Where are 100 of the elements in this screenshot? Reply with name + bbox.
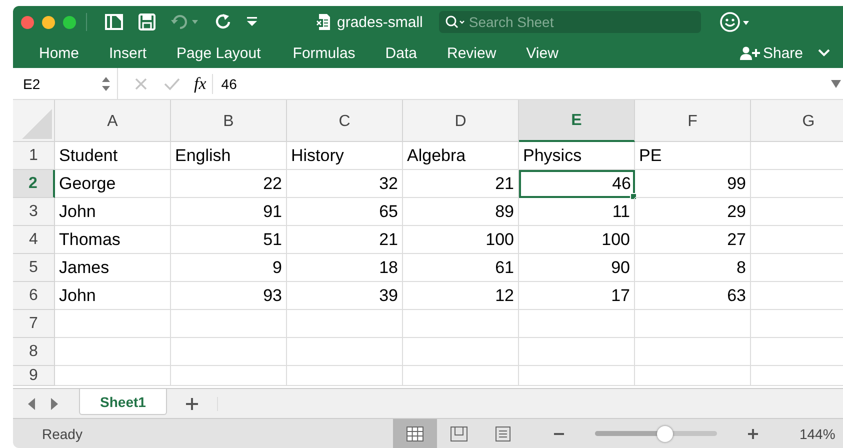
sheet-tab[interactable]: Sheet1 (79, 389, 167, 415)
column-header[interactable]: F (635, 100, 751, 142)
normal-view-button[interactable] (393, 419, 438, 448)
table-cell[interactable] (55, 310, 171, 338)
zoom-in-icon[interactable] (747, 428, 760, 440)
zoom-slider-thumb[interactable] (657, 426, 673, 442)
zoom-button[interactable] (63, 16, 76, 28)
ribbon-tab[interactable]: Data (385, 44, 417, 62)
dropdown-icon[interactable] (246, 16, 258, 28)
table-cell[interactable]: Thomas (55, 226, 171, 254)
table-cell[interactable] (635, 338, 751, 366)
table-cell[interactable]: 99 (635, 170, 751, 198)
search-field[interactable]: Search Sheet (438, 11, 701, 33)
table-cell[interactable] (519, 338, 635, 366)
table-cell[interactable]: 29 (635, 198, 751, 226)
table-cell[interactable] (635, 366, 751, 386)
table-cell[interactable]: English (171, 142, 287, 170)
table-cell[interactable]: Physics (519, 142, 635, 170)
table-cell[interactable]: History (287, 142, 403, 170)
table-cell[interactable]: PE (635, 142, 751, 170)
table-cell[interactable]: 12 (403, 282, 519, 310)
table-cell[interactable]: 32 (287, 170, 403, 198)
formula-field[interactable]: 46 (221, 76, 237, 92)
table-cell[interactable] (287, 366, 403, 386)
table-cell[interactable]: 100 (403, 226, 519, 254)
insert-function-button[interactable]: fx (194, 74, 214, 94)
sidebar-icon[interactable] (104, 13, 124, 31)
table-cell[interactable]: 27 (635, 226, 751, 254)
row-header[interactable]: 6 (13, 282, 55, 310)
row-header[interactable]: 4 (13, 226, 55, 254)
zoom-level[interactable]: 144% (799, 426, 836, 442)
table-cell[interactable]: 100 (519, 226, 635, 254)
table-cell[interactable]: 8 (635, 254, 751, 282)
table-cell[interactable]: 89 (403, 198, 519, 226)
table-cell[interactable]: 21 (287, 226, 403, 254)
table-cell[interactable] (403, 310, 519, 338)
table-cell[interactable] (55, 366, 171, 386)
row-header[interactable]: 9 (13, 366, 55, 386)
column-header[interactable]: A (55, 100, 171, 142)
save-icon[interactable] (138, 13, 156, 31)
table-cell[interactable]: 61 (403, 254, 519, 282)
table-cell[interactable] (287, 338, 403, 366)
table-cell[interactable]: 90 (519, 254, 635, 282)
table-cell[interactable]: 11 (519, 198, 635, 226)
name-box[interactable]: E2 (23, 76, 40, 92)
row-header[interactable]: 5 (13, 254, 55, 282)
ribbon-tab[interactable]: Home (39, 44, 80, 62)
ribbon-tab[interactable]: View (526, 44, 558, 62)
search-icon[interactable] (444, 15, 467, 29)
share-button[interactable]: Share (740, 44, 803, 62)
table-cell[interactable]: 51 (171, 226, 287, 254)
table-cell[interactable]: 17 (519, 282, 635, 310)
table-cell[interactable] (403, 338, 519, 366)
table-cell[interactable]: Algebra (403, 142, 519, 170)
table-cell[interactable]: Student (55, 142, 171, 170)
minimize-button[interactable] (42, 16, 55, 28)
table-cell[interactable]: John (55, 198, 171, 226)
column-header[interactable]: B (171, 100, 287, 142)
table-cell[interactable]: 65 (287, 198, 403, 226)
column-header[interactable]: D (403, 100, 519, 142)
ribbon-tab[interactable]: Insert (109, 44, 147, 62)
table-cell[interactable]: 21 (403, 170, 519, 198)
ribbon-tab[interactable]: Review (446, 44, 496, 62)
add-sheet-icon[interactable] (185, 396, 218, 410)
expand-icon[interactable] (831, 80, 841, 88)
table-cell[interactable]: John (55, 282, 171, 310)
table-cell[interactable]: 39 (287, 282, 403, 310)
table-cell[interactable]: 46 (519, 170, 635, 198)
table-cell[interactable]: 93 (171, 282, 287, 310)
table-cell[interactable] (403, 366, 519, 386)
table-cell[interactable]: 91 (171, 198, 287, 226)
table-cell[interactable]: 18 (287, 254, 403, 282)
select-all-corner[interactable] (13, 100, 55, 142)
row-header[interactable]: 3 (13, 198, 55, 226)
row-header[interactable]: 1 (13, 142, 55, 170)
column-header[interactable]: E (519, 100, 635, 142)
table-cell[interactable] (55, 338, 171, 366)
table-cell[interactable] (171, 338, 287, 366)
table-cell[interactable] (519, 366, 635, 386)
ribbon-tab[interactable]: Formulas (292, 44, 356, 62)
table-cell[interactable] (171, 366, 287, 386)
column-header[interactable]: C (287, 100, 403, 142)
next-sheet-icon[interactable] (49, 398, 59, 410)
checkmark-icon[interactable] (164, 76, 180, 90)
table-cell[interactable] (287, 310, 403, 338)
row-header[interactable]: 7 (13, 310, 55, 338)
table-cell[interactable]: George (55, 170, 171, 198)
row-header[interactable]: 2 (13, 170, 55, 198)
smiley-icon[interactable] (718, 11, 751, 33)
table-cell[interactable] (635, 310, 751, 338)
undo-icon[interactable] (170, 14, 200, 30)
stepper-icon[interactable] (101, 76, 111, 92)
cancel-icon[interactable] (134, 76, 148, 90)
chevron-down-icon[interactable] (817, 48, 831, 58)
column-header[interactable]: G (751, 100, 843, 142)
table-cell[interactable] (171, 310, 287, 338)
table-cell[interactable]: 63 (635, 282, 751, 310)
redo-icon[interactable] (214, 13, 232, 31)
close-button[interactable] (21, 16, 34, 28)
table-cell[interactable]: 9 (171, 254, 287, 282)
